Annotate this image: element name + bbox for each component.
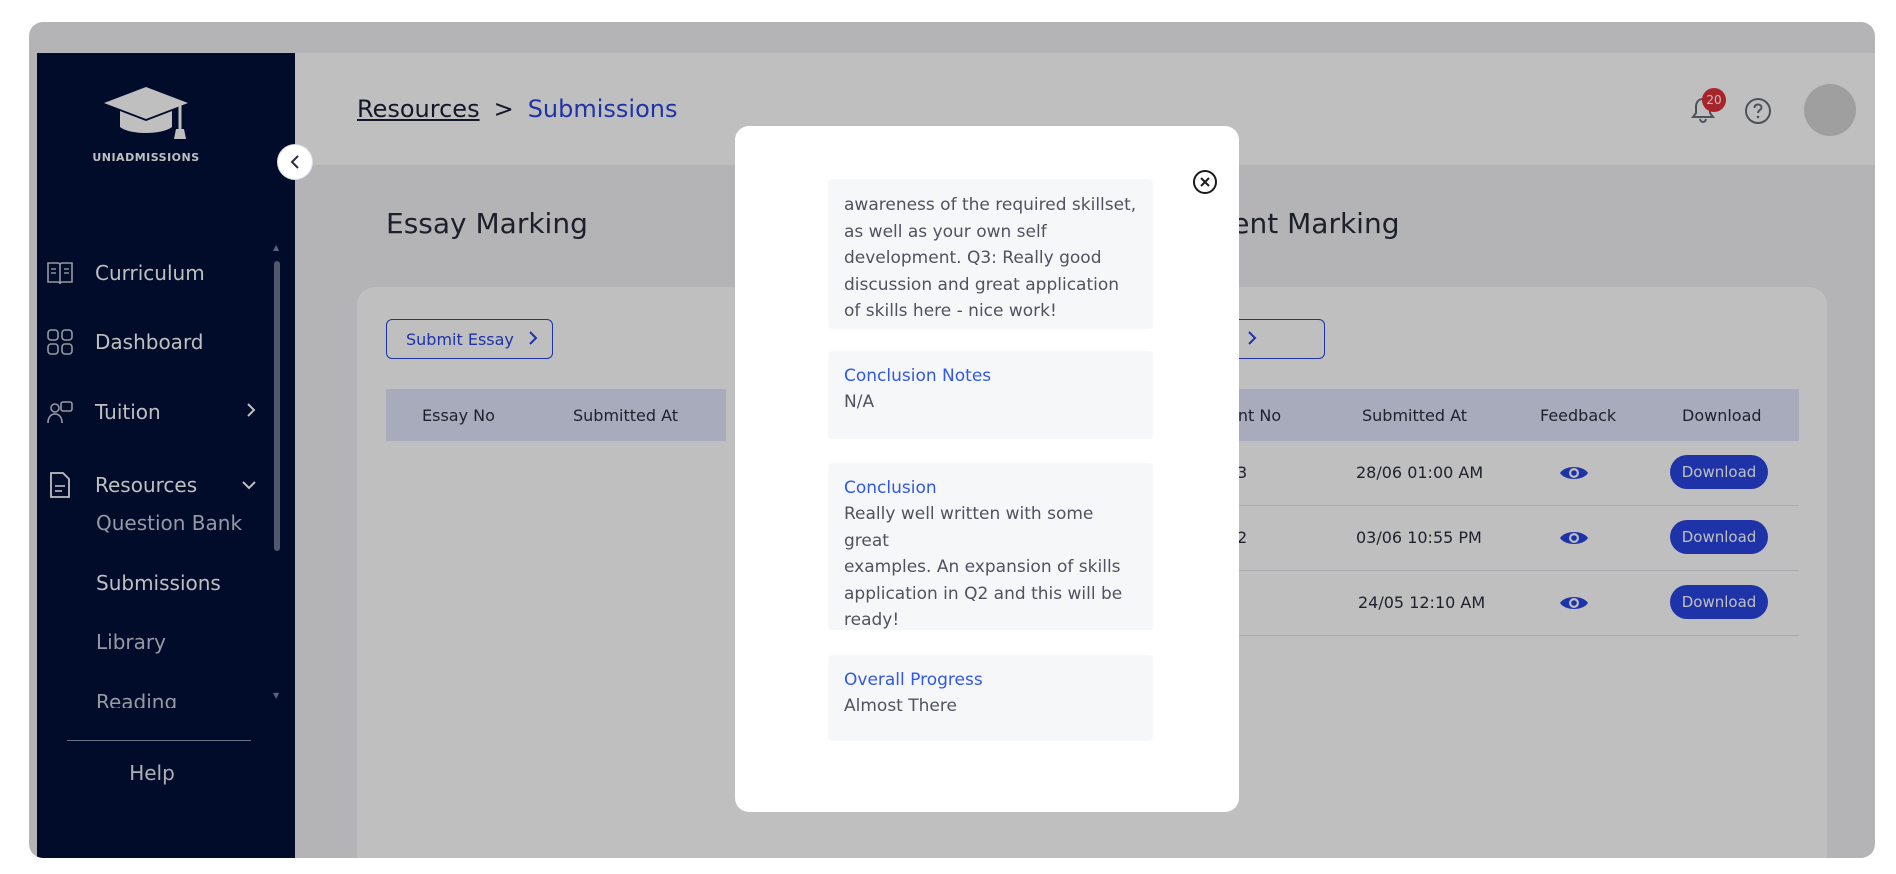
section-value: ready! [844, 610, 900, 630]
feedback-text-line: awareness of the required skillset, [844, 195, 1137, 215]
feedback-modal: awareness of the required skillset, as w… [735, 126, 1239, 812]
close-icon[interactable] [1192, 169, 1218, 195]
feedback-text-line: development. Q3: Really good [844, 248, 1102, 268]
section-label: Conclusion Notes [844, 366, 992, 386]
feedback-text-line: as well as your own self [844, 221, 1047, 242]
section-label: Overall Progress [844, 670, 983, 690]
feedback-text-line: of skills here - nice work! [844, 301, 1057, 321]
collapse-sidebar-button[interactable] [277, 144, 313, 180]
chevron-left-icon [290, 155, 299, 169]
app-frame: Resources > Submissions 20 Essay Marking… [29, 22, 1875, 858]
feedback-text-line: discussion and great application [844, 274, 1120, 295]
section-value: Really well written with some great [844, 504, 1094, 551]
section-value: examples. An expansion of skills [844, 557, 1121, 577]
section-value: application in Q2 and this will be [844, 583, 1123, 604]
feedback-section-conclusion-notes: Conclusion Notes N/A [828, 351, 1153, 439]
feedback-section-partial: awareness of the required skillset, as w… [828, 179, 1153, 329]
feedback-section-overall-progress: Overall Progress Almost There [828, 655, 1153, 741]
feedback-section-conclusion: Conclusion Really well written with some… [828, 463, 1153, 630]
section-value: Almost There [844, 696, 957, 716]
section-label: Conclusion [844, 478, 937, 498]
section-value: N/A [844, 392, 875, 412]
